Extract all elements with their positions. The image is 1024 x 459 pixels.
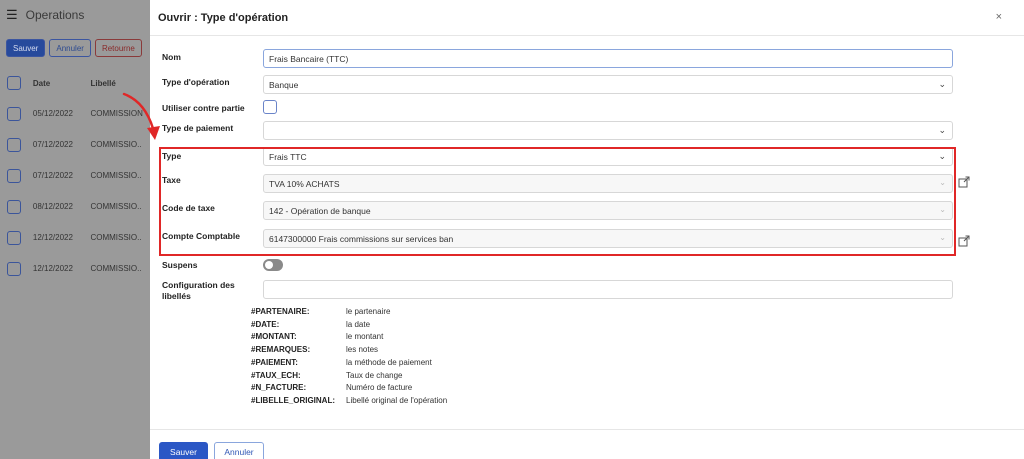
type-paiement-label: Type de paiement — [162, 123, 234, 133]
row-date: 08/12/2022 — [32, 202, 73, 211]
placeholder-help-list: #PARTENAIRE: le partenaire #DATE: la date … — [251, 306, 447, 408]
help-key: #DATE: — [251, 319, 280, 329]
config-label: Configuration des libellés — [162, 280, 235, 301]
select-all-checkbox[interactable] — [7, 76, 21, 90]
modal-dialog: Ouvrir : Type d'opération × Nom Frais Ba… — [150, 0, 1024, 459]
row-date: 12/12/2022 — [32, 233, 73, 242]
help-key: #PARTENAIRE: — [251, 307, 310, 316]
help-row: #N_FACTURE: Numéro de facture — [251, 382, 447, 395]
config-input[interactable] — [263, 280, 953, 299]
help-desc: Taux de change — [346, 370, 403, 380]
field-row-suspens: Suspens — [162, 260, 263, 271]
help-desc: la méthode de paiement — [346, 357, 432, 367]
save-button[interactable]: Sauver — [159, 442, 208, 459]
help-desc: les notes — [346, 345, 379, 355]
help-desc: Libellé original de l'opération — [346, 395, 448, 405]
field-row-config: Configuration des libellés — [162, 280, 247, 302]
nom-label: Nom — [162, 52, 181, 62]
help-key: #TAUX_ECH: — [251, 370, 301, 380]
row-date: 07/12/2022 — [32, 140, 73, 149]
bg-cancel-button[interactable]: Annuler — [49, 39, 91, 57]
row-label: COMMISSIO.. — [90, 264, 142, 273]
column-date[interactable]: Date — [33, 79, 91, 88]
field-row-type-paiement: Type de paiement — [162, 123, 263, 134]
help-desc: Numéro de facture — [346, 383, 413, 393]
contre-partie-checkbox[interactable] — [263, 100, 277, 114]
table-row[interactable]: 12/12/2022 COMMISSIO.. — [0, 253, 150, 284]
nom-value: Frais Bancaire (TTC) — [269, 53, 349, 64]
type-paiement-select[interactable]: ⌄ — [263, 121, 953, 140]
row-date: 07/12/2022 — [32, 171, 73, 180]
help-row: #REMARQUES: les notes — [251, 344, 447, 357]
table-row[interactable]: 12/12/2022 COMMISSIO.. — [0, 222, 150, 253]
toggle-knob — [265, 261, 273, 269]
hamburger-menu-icon[interactable]: ☰ — [6, 7, 18, 23]
modal-title: Ouvrir : Type d'opération — [158, 11, 289, 24]
row-checkbox[interactable] — [7, 137, 21, 152]
column-label[interactable]: Libellé — [90, 79, 150, 88]
row-checkbox[interactable] — [7, 199, 21, 214]
field-row-nom: Nom — [162, 52, 263, 63]
type-operation-value: Banque — [269, 79, 299, 90]
bg-back-button[interactable]: Retourne — [94, 39, 142, 57]
help-row: #TAUX_ECH: Taux de change — [251, 370, 447, 383]
nom-input[interactable]: Frais Bancaire (TTC) — [263, 49, 953, 68]
help-key: #REMARQUES: — [251, 345, 311, 355]
type-operation-select[interactable]: Banque ⌄ — [263, 75, 953, 94]
type-operation-label: Type d'opération — [162, 77, 230, 87]
help-row: #DATE: la date — [251, 319, 447, 332]
help-key: #LIBELLE_ORIGINAL: — [251, 395, 336, 405]
bg-save-button[interactable]: Sauver — [6, 39, 46, 57]
help-row: #PAIEMENT: la méthode de paiement — [251, 357, 447, 370]
help-desc: le montant — [346, 332, 384, 342]
row-date: 05/12/2022 — [32, 109, 73, 118]
row-checkbox[interactable] — [7, 261, 21, 276]
help-key: #PAIEMENT: — [251, 357, 298, 367]
contre-partie-label: Utiliser contre partie — [162, 103, 245, 113]
cancel-button[interactable]: Annuler — [214, 442, 264, 459]
help-key: #MONTANT: — [251, 332, 297, 342]
help-desc: le partenaire — [346, 307, 391, 316]
chevron-down-icon: ⌄ — [938, 79, 946, 89]
field-row-type-operation: Type d'opération — [162, 77, 263, 88]
row-label: COMMISSIO.. — [90, 171, 142, 180]
bg-title: Operations — [25, 8, 85, 22]
help-desc: la date — [346, 319, 371, 329]
field-row-contre-partie: Utiliser contre partie — [162, 103, 263, 114]
table-row[interactable]: 08/12/2022 COMMISSIO.. — [0, 191, 150, 222]
chevron-down-icon: ⌄ — [938, 125, 946, 135]
external-link-icon[interactable] — [958, 176, 970, 188]
row-date: 12/12/2022 — [32, 264, 73, 273]
bg-toolbar: Sauver Annuler Retourne — [0, 30, 150, 68]
close-icon[interactable]: × — [996, 11, 1002, 23]
row-checkbox[interactable] — [7, 168, 21, 183]
row-checkbox[interactable] — [7, 106, 21, 121]
row-label: COMMISSIO.. — [90, 202, 142, 211]
row-checkbox[interactable] — [7, 230, 21, 245]
help-row: #MONTANT: le montant — [251, 331, 447, 344]
help-row: #LIBELLE_ORIGINAL: Libellé original de l'… — [251, 395, 447, 408]
suspens-label: Suspens — [162, 260, 198, 270]
annotation-arrow-icon — [122, 92, 160, 140]
modal-footer: Sauver Annuler — [150, 429, 1024, 459]
modal-header: Ouvrir : Type d'opération × — [150, 0, 1024, 36]
background-app: ☰ Operations Sauver Annuler Retourne Dat… — [0, 0, 150, 459]
highlight-box — [159, 147, 956, 256]
bg-header: ☰ Operations — [0, 0, 150, 30]
external-link-icon[interactable] — [958, 235, 970, 247]
help-row: #PARTENAIRE: le partenaire — [251, 306, 447, 319]
row-label: COMMISSIO.. — [90, 233, 142, 242]
help-key: #N_FACTURE: — [251, 383, 307, 393]
table-row[interactable]: 07/12/2022 COMMISSIO.. — [0, 160, 150, 191]
suspens-toggle[interactable] — [263, 259, 283, 271]
